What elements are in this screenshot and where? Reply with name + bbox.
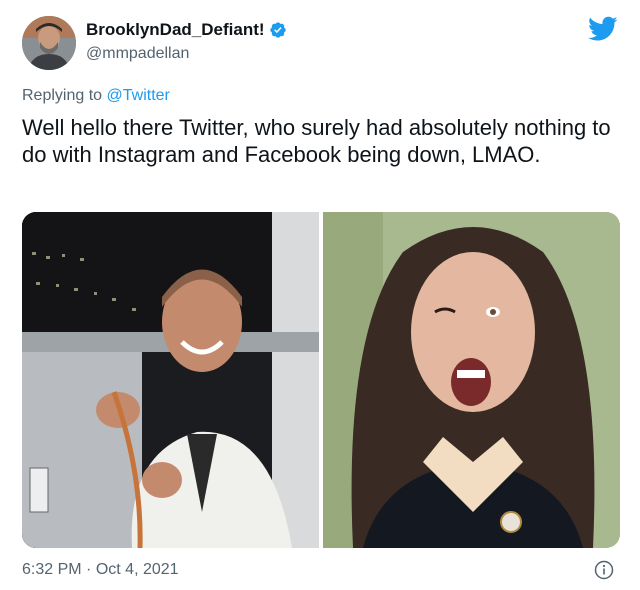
tweet-text: Well hello there Twitter, who surely had… [22, 115, 611, 167]
tweet-date[interactable]: Oct 4, 2021 [96, 561, 179, 578]
avatar[interactable] [22, 16, 76, 70]
twitter-bird-icon[interactable] [588, 16, 618, 42]
replying-mention[interactable]: @Twitter [107, 87, 170, 104]
display-name-text[interactable]: BrooklynDad_Defiant! [86, 20, 265, 40]
replying-prefix: Replying to [22, 87, 103, 104]
info-icon[interactable] [594, 560, 614, 580]
display-name[interactable]: BrooklynDad_Defiant! [86, 20, 287, 40]
timestamp-separator: · [86, 561, 92, 578]
verified-badge-icon [269, 22, 286, 38]
media-photo-left[interactable] [22, 212, 319, 548]
tweet-card: BrooklynDad_Defiant! @mmpadellan Replyin… [0, 0, 640, 590]
replying-to: Replying to @Twitter [22, 86, 170, 106]
tweet-time[interactable]: 6:32 PM [22, 561, 82, 578]
media-photo-right[interactable] [323, 212, 620, 548]
user-handle[interactable]: @mmpadellan [86, 44, 189, 64]
tweet-timestamp[interactable]: 6:32 PM · Oct 4, 2021 [22, 560, 179, 580]
